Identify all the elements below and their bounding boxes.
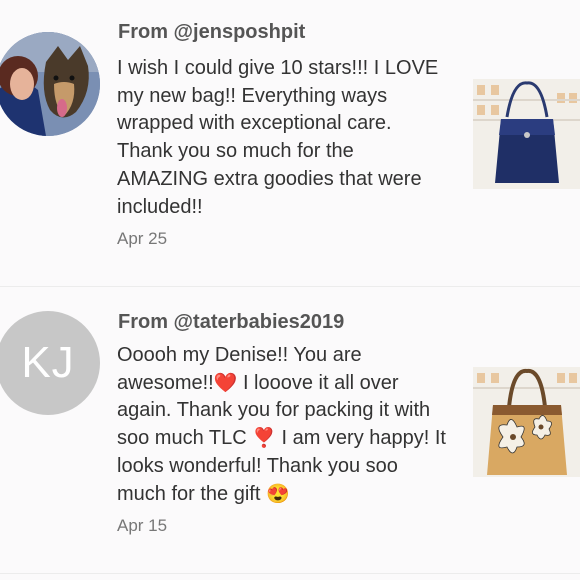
heart-exclamation-emoji-icon: ❣️ (252, 428, 276, 450)
product-thumbnail[interactable] (473, 79, 580, 189)
review-item: KJ From @taterbabies2019 Ooooh my Denise… (0, 287, 580, 573)
review-text: I wish I could give 10 stars!!! I LOVE m… (117, 57, 439, 218)
review-author[interactable]: From @jensposhpit (118, 21, 305, 44)
user-avatar[interactable] (0, 32, 100, 136)
heart-emoji-icon: ❤️ (213, 372, 238, 394)
user-avatar[interactable]: KJ (0, 311, 100, 415)
review-date: Apr 15 (117, 516, 168, 535)
avatar-photo-icon (0, 32, 100, 136)
product-thumbnail[interactable] (473, 367, 580, 477)
review-date: Apr 25 (117, 229, 168, 248)
divider (0, 573, 580, 574)
review-item: From @jensposhpit I wish I could give 10… (0, 0, 580, 286)
floral-bag-image-icon (473, 367, 580, 477)
navy-bag-image-icon (473, 79, 580, 189)
review-author[interactable]: From @taterbabies2019 (118, 311, 344, 334)
review-text: Ooooh my Denise!! You are awesome!!❤️ I … (117, 342, 447, 508)
heart-eyes-emoji-icon: 😍 (265, 483, 290, 505)
